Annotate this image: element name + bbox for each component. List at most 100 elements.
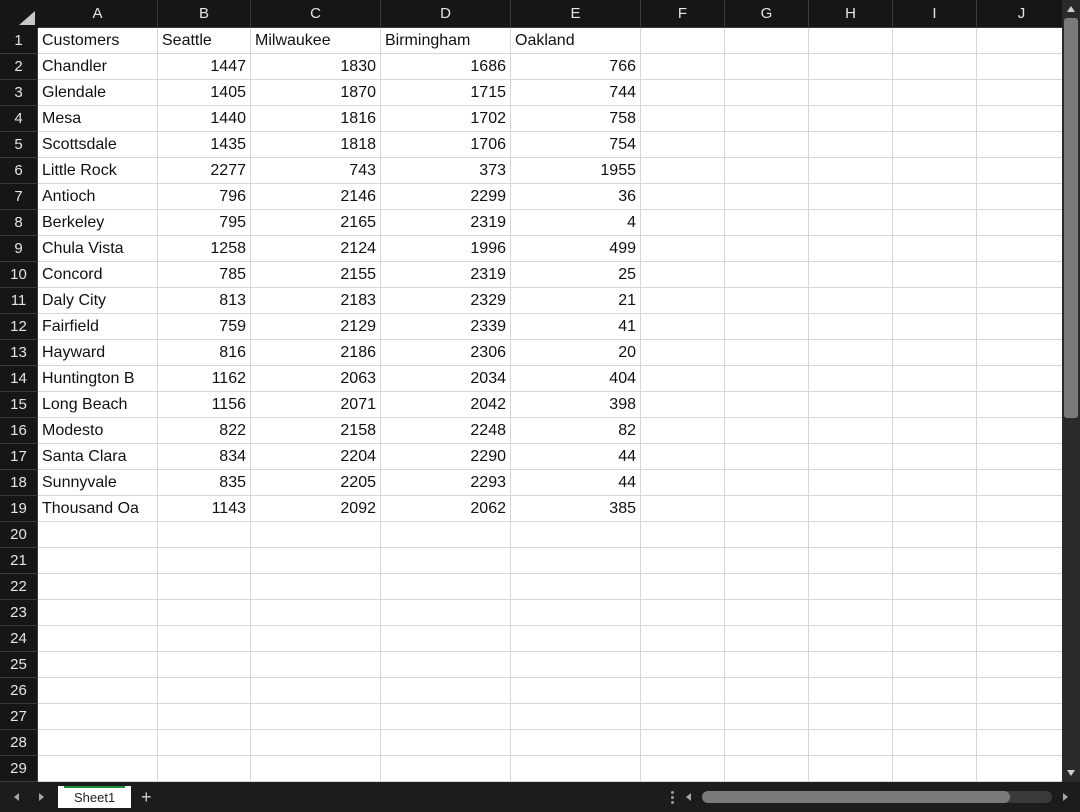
- cell[interactable]: [725, 236, 809, 262]
- cell[interactable]: [809, 366, 893, 392]
- cell[interactable]: [893, 392, 977, 418]
- scroll-down-arrow-icon[interactable]: [1062, 764, 1080, 782]
- cell[interactable]: [809, 288, 893, 314]
- cell[interactable]: [809, 418, 893, 444]
- cell[interactable]: [977, 652, 1062, 678]
- cell[interactable]: [809, 600, 893, 626]
- cell[interactable]: [511, 548, 641, 574]
- add-sheet-button[interactable]: +: [131, 786, 161, 808]
- cell[interactable]: Chandler: [38, 54, 158, 80]
- next-sheet-button[interactable]: [34, 790, 48, 804]
- cell[interactable]: 2205: [251, 470, 381, 496]
- cell[interactable]: [893, 106, 977, 132]
- cell[interactable]: [725, 548, 809, 574]
- cell[interactable]: [641, 314, 725, 340]
- row-header-1[interactable]: 1: [0, 28, 38, 54]
- cell[interactable]: [809, 626, 893, 652]
- cell[interactable]: [977, 80, 1062, 106]
- cell[interactable]: 2339: [381, 314, 511, 340]
- cell[interactable]: [381, 600, 511, 626]
- row-header-24[interactable]: 24: [0, 626, 38, 652]
- row-header-25[interactable]: 25: [0, 652, 38, 678]
- cell[interactable]: [893, 262, 977, 288]
- cell[interactable]: [381, 652, 511, 678]
- cell[interactable]: [641, 522, 725, 548]
- cell[interactable]: [725, 756, 809, 782]
- cell[interactable]: 1715: [381, 80, 511, 106]
- cell[interactable]: 373: [381, 158, 511, 184]
- cell[interactable]: [977, 548, 1062, 574]
- cell[interactable]: [893, 704, 977, 730]
- cell[interactable]: [725, 522, 809, 548]
- cell[interactable]: [641, 600, 725, 626]
- cell[interactable]: 385: [511, 496, 641, 522]
- row-header-16[interactable]: 16: [0, 418, 38, 444]
- cell[interactable]: [725, 470, 809, 496]
- cell[interactable]: 44: [511, 444, 641, 470]
- prev-sheet-button[interactable]: [10, 790, 24, 804]
- cell[interactable]: [893, 210, 977, 236]
- cell[interactable]: 759: [158, 314, 251, 340]
- row-header-13[interactable]: 13: [0, 340, 38, 366]
- cell[interactable]: [893, 184, 977, 210]
- cell[interactable]: 2329: [381, 288, 511, 314]
- cell[interactable]: [251, 652, 381, 678]
- cell[interactable]: Seattle: [158, 28, 251, 54]
- cell[interactable]: 41: [511, 314, 641, 340]
- cell[interactable]: [725, 626, 809, 652]
- cell[interactable]: 2034: [381, 366, 511, 392]
- column-header-I[interactable]: I: [893, 0, 977, 28]
- cell[interactable]: 25: [511, 262, 641, 288]
- cell[interactable]: 2092: [251, 496, 381, 522]
- cell[interactable]: Sunnyvale: [38, 470, 158, 496]
- cell[interactable]: 754: [511, 132, 641, 158]
- cell[interactable]: [893, 288, 977, 314]
- cell[interactable]: Mesa: [38, 106, 158, 132]
- cell[interactable]: [893, 470, 977, 496]
- cell[interactable]: [38, 600, 158, 626]
- cell[interactable]: [977, 392, 1062, 418]
- cell[interactable]: [251, 626, 381, 652]
- cell[interactable]: 813: [158, 288, 251, 314]
- cell[interactable]: 2290: [381, 444, 511, 470]
- cell[interactable]: 1816: [251, 106, 381, 132]
- cell[interactable]: 785: [158, 262, 251, 288]
- cell[interactable]: [809, 730, 893, 756]
- cell[interactable]: [809, 704, 893, 730]
- cell[interactable]: [977, 314, 1062, 340]
- cell[interactable]: 2293: [381, 470, 511, 496]
- cell[interactable]: [809, 522, 893, 548]
- cell[interactable]: 1162: [158, 366, 251, 392]
- cell[interactable]: Glendale: [38, 80, 158, 106]
- cell[interactable]: [381, 626, 511, 652]
- sheet-tab-active[interactable]: Sheet1: [58, 786, 131, 808]
- cell[interactable]: 2319: [381, 262, 511, 288]
- cell[interactable]: [641, 548, 725, 574]
- cell[interactable]: 398: [511, 392, 641, 418]
- cell[interactable]: [809, 340, 893, 366]
- cell[interactable]: 36: [511, 184, 641, 210]
- row-header-29[interactable]: 29: [0, 756, 38, 782]
- cell[interactable]: [641, 574, 725, 600]
- cell[interactable]: [893, 574, 977, 600]
- cell[interactable]: Hayward: [38, 340, 158, 366]
- cell[interactable]: [893, 28, 977, 54]
- cell[interactable]: 404: [511, 366, 641, 392]
- cell[interactable]: [641, 80, 725, 106]
- cell[interactable]: [725, 158, 809, 184]
- cell[interactable]: [893, 652, 977, 678]
- row-header-9[interactable]: 9: [0, 236, 38, 262]
- cell[interactable]: [809, 756, 893, 782]
- cell[interactable]: [641, 262, 725, 288]
- cell[interactable]: [893, 600, 977, 626]
- scroll-left-arrow-icon[interactable]: [682, 790, 696, 804]
- cell[interactable]: [38, 522, 158, 548]
- cell[interactable]: [977, 574, 1062, 600]
- cell[interactable]: [158, 574, 251, 600]
- row-header-4[interactable]: 4: [0, 106, 38, 132]
- cell[interactable]: [725, 54, 809, 80]
- cell[interactable]: Customers: [38, 28, 158, 54]
- cell[interactable]: [977, 236, 1062, 262]
- cell[interactable]: [977, 418, 1062, 444]
- horizontal-scrollbar[interactable]: [660, 782, 1080, 812]
